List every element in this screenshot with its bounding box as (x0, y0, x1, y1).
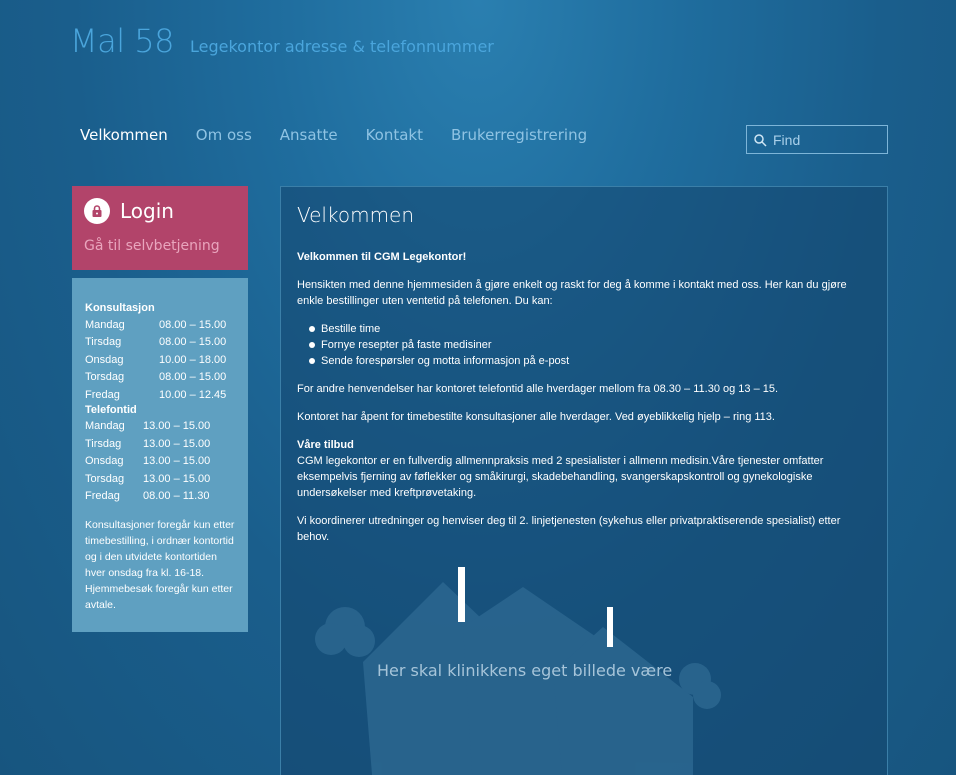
opening-hours-panel: Konsultasjon Mandag 08.00 – 15.00 Tirsdag… (72, 278, 248, 632)
main-content: Velkommen Velkommen til CGM Legekontor! … (280, 186, 888, 775)
list-item: Sende forespørsler og motta informasjon … (309, 353, 871, 369)
nav-om-oss[interactable]: Om oss (196, 126, 252, 144)
search-input[interactable] (773, 131, 883, 148)
page-title: Velkommen (297, 203, 415, 227)
open-paragraph: Kontoret har åpent for timebestilte kons… (297, 411, 775, 423)
offer-paragraph: CGM legekontor er en fullverdig allmennp… (297, 455, 824, 499)
image-placeholder-caption: Her skal klinikkens eget billede være (377, 661, 673, 680)
self-service-link[interactable]: Gå til selvbetjening (84, 238, 236, 254)
phone-row: Fredag 08.00 – 11.30 (85, 490, 210, 503)
phone-row: Mandag 13.00 – 15.00 (85, 420, 211, 433)
intro-heading: Velkommen til CGM Legekontor! (297, 251, 467, 263)
consultation-heading: Konsultasjon (85, 302, 155, 314)
list-item: Fornye resepter på faste medisiner (309, 337, 871, 353)
nav-brukerregistrering[interactable]: Brukerregistrering (451, 126, 587, 144)
login-panel[interactable]: Login Gå til selvbetjening (72, 186, 248, 270)
nav-velkommen[interactable]: Velkommen (80, 126, 168, 144)
phone-row: Tirsdag 13.00 – 15.00 (85, 437, 211, 450)
phone-row: Onsdag 13.00 – 15.00 (85, 455, 211, 468)
phone-hours-heading: Telefontid (85, 403, 137, 416)
hours-note: Konsultasjoner foregår kun etter timebes… (85, 519, 235, 611)
list-item: Bestille time (309, 321, 871, 337)
search-box[interactable] (746, 125, 888, 154)
nav-ansatte[interactable]: Ansatte (280, 126, 338, 144)
service-list: Bestille time Fornye resepter på faste m… (297, 321, 871, 369)
phone-paragraph: For andre henvendelser har kontoret tele… (297, 383, 779, 395)
lock-icon (84, 198, 110, 224)
site-brand[interactable]: Mal 58 (70, 22, 175, 60)
intro-paragraph: Hensikten med denne hjemmesiden å gjøre … (297, 279, 847, 307)
hours-row: Torsdag 08.00 – 15.00 (85, 371, 227, 384)
search-icon (754, 133, 767, 147)
hours-row: Mandag 08.00 – 15.00 (85, 318, 227, 331)
main-nav: Velkommen Om oss Ansatte Kontakt Brukerr… (80, 126, 615, 144)
hours-row: Tirsdag 08.00 – 15.00 (85, 336, 227, 349)
hours-row: Fredag 10.00 – 12.45 (85, 388, 227, 401)
referral-paragraph: Vi koordinerer utredninger og henviser d… (297, 515, 841, 543)
hours-row: Onsdag 10.00 – 18.00 (85, 353, 227, 366)
site-tagline: Legekontor adresse & telefonnummer (190, 37, 494, 56)
offer-heading: Våre tilbud (297, 439, 354, 451)
nav-kontakt[interactable]: Kontakt (366, 126, 423, 144)
phone-row: Torsdag 13.00 – 15.00 (85, 472, 211, 485)
login-title[interactable]: Login (120, 199, 174, 223)
site-header: Mal 58 Legekontor adresse & telefonnumme… (70, 22, 494, 60)
